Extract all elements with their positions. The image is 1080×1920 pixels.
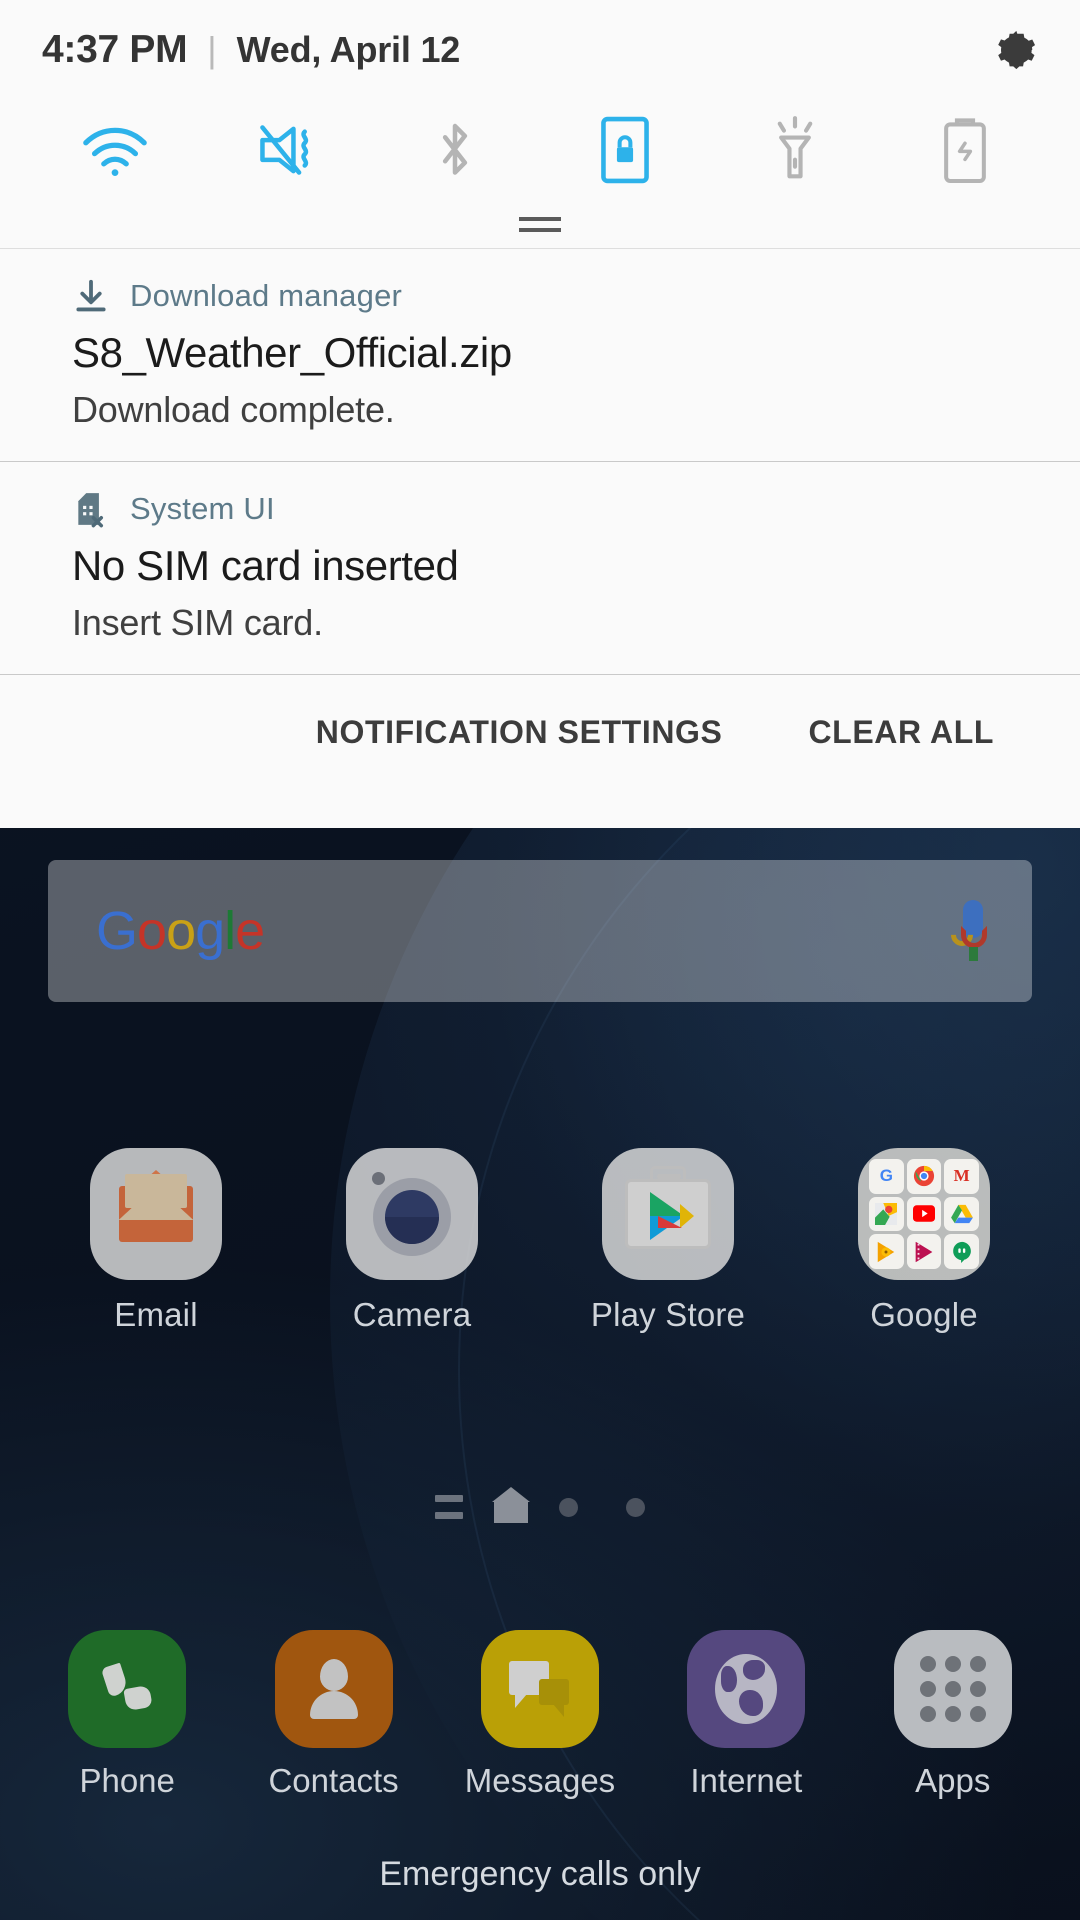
folder-item-play-movies: [906, 1234, 942, 1269]
folder-item-youtube: [906, 1196, 942, 1232]
page-indicators: [0, 1487, 1080, 1523]
app-icon-google-folder[interactable]: G M Google: [818, 1148, 1030, 1334]
folder-item-gmail: M: [944, 1159, 979, 1194]
messages-icon: [480, 1630, 599, 1748]
notification-title: S8_Weather_Official.zip: [72, 329, 512, 376]
folder-item-drive: [944, 1196, 979, 1232]
bluetooth-icon[interactable]: [407, 110, 503, 190]
dock-label: Apps: [915, 1762, 991, 1799]
app-icon-play-store[interactable]: Play Store: [562, 1148, 774, 1334]
dock-item-phone[interactable]: Phone: [32, 1630, 222, 1800]
clock-date: Wed, April 12: [236, 29, 461, 70]
folder-item-maps: [869, 1196, 904, 1232]
microphone-icon[interactable]: [946, 900, 996, 962]
play-store-icon: [602, 1148, 734, 1280]
sim-card-error-icon: [72, 490, 110, 528]
dock-item-apps[interactable]: Apps: [858, 1630, 1048, 1800]
dock-item-internet[interactable]: Internet: [651, 1630, 841, 1800]
notification-app-name: Download manager: [130, 278, 403, 313]
app-label: Play Store: [590, 1296, 746, 1333]
emergency-status-text: Emergency calls only: [379, 1855, 701, 1893]
notification-title: No SIM card inserted: [72, 542, 459, 589]
page-indicator-feed[interactable]: [435, 1495, 463, 1519]
notification-body: Insert SIM card.: [72, 602, 323, 643]
page-indicator-dot[interactable]: [626, 1497, 645, 1517]
google-folder-icon: G M: [858, 1148, 990, 1280]
google-search-widget[interactable]: Google: [48, 860, 1032, 1002]
notification-shade: 4:37 PM | Wed, April 12 Download manager…: [0, 0, 1080, 828]
status-bar: 4:37 PM | Wed, April 12: [0, 0, 1080, 100]
rotation-lock-icon[interactable]: [577, 110, 673, 190]
phone-icon: [68, 1630, 187, 1748]
dock-item-contacts[interactable]: Contacts: [239, 1630, 429, 1800]
notification-system-ui[interactable]: System UI No SIM card inserted Insert SI…: [0, 462, 1080, 674]
folder-item-google: G: [869, 1159, 904, 1194]
flashlight-icon[interactable]: [747, 110, 843, 190]
app-label: Email: [114, 1296, 198, 1333]
gear-icon[interactable]: [992, 27, 1038, 73]
clock-time: 4:37 PM: [42, 28, 188, 71]
quick-settings-row: [0, 100, 1080, 200]
logo-letter: G: [96, 901, 138, 961]
logo-letter: g: [195, 901, 225, 961]
logo-letter: e: [235, 901, 265, 961]
notification-app-name: System UI: [130, 491, 275, 526]
power-saving-icon[interactable]: [917, 110, 1013, 190]
dock-label: Messages: [464, 1762, 616, 1799]
folder-item-hangouts: [944, 1234, 979, 1269]
dock-label: Contacts: [268, 1762, 399, 1799]
apps-grid-icon: [893, 1630, 1012, 1748]
logo-letter: o: [166, 901, 196, 961]
page-indicator-dot[interactable]: [559, 1497, 578, 1517]
shade-drag-handle[interactable]: [0, 200, 1080, 248]
wifi-icon[interactable]: [67, 110, 163, 190]
email-icon: [90, 1148, 222, 1280]
download-icon: [72, 277, 110, 315]
logo-letter: o: [137, 901, 167, 961]
notification-body: Download complete.: [72, 389, 395, 430]
notification-download-manager[interactable]: Download manager S8_Weather_Official.zip…: [0, 249, 1080, 461]
dock-item-messages[interactable]: Messages: [445, 1630, 635, 1800]
app-icon-camera[interactable]: Camera: [306, 1148, 518, 1334]
dock-label: Internet: [690, 1762, 803, 1799]
app-label: Google: [870, 1296, 978, 1333]
notification-settings-button[interactable]: NOTIFICATION SETTINGS: [316, 714, 723, 751]
logo-letter: l: [224, 901, 236, 961]
app-icon-email[interactable]: Email: [50, 1148, 262, 1334]
contacts-icon: [274, 1630, 393, 1748]
folder-item-play-music: [869, 1234, 904, 1269]
app-row: Email Camera Play Store G M Google: [0, 1148, 1080, 1334]
internet-icon: [687, 1630, 806, 1748]
app-label: Camera: [352, 1296, 472, 1333]
camera-icon: [346, 1148, 478, 1280]
folder-item-chrome: [906, 1159, 942, 1194]
google-logo: Google: [96, 901, 265, 961]
notification-footer: NOTIFICATION SETTINGS CLEAR ALL: [0, 675, 1080, 789]
mute-vibrate-icon[interactable]: [237, 110, 333, 190]
dock: Phone Contacts Messages Internet Apps: [0, 1630, 1080, 1800]
clear-all-button[interactable]: CLEAR ALL: [808, 714, 994, 751]
status-separator: |: [207, 29, 217, 70]
dock-label: Phone: [79, 1762, 175, 1799]
